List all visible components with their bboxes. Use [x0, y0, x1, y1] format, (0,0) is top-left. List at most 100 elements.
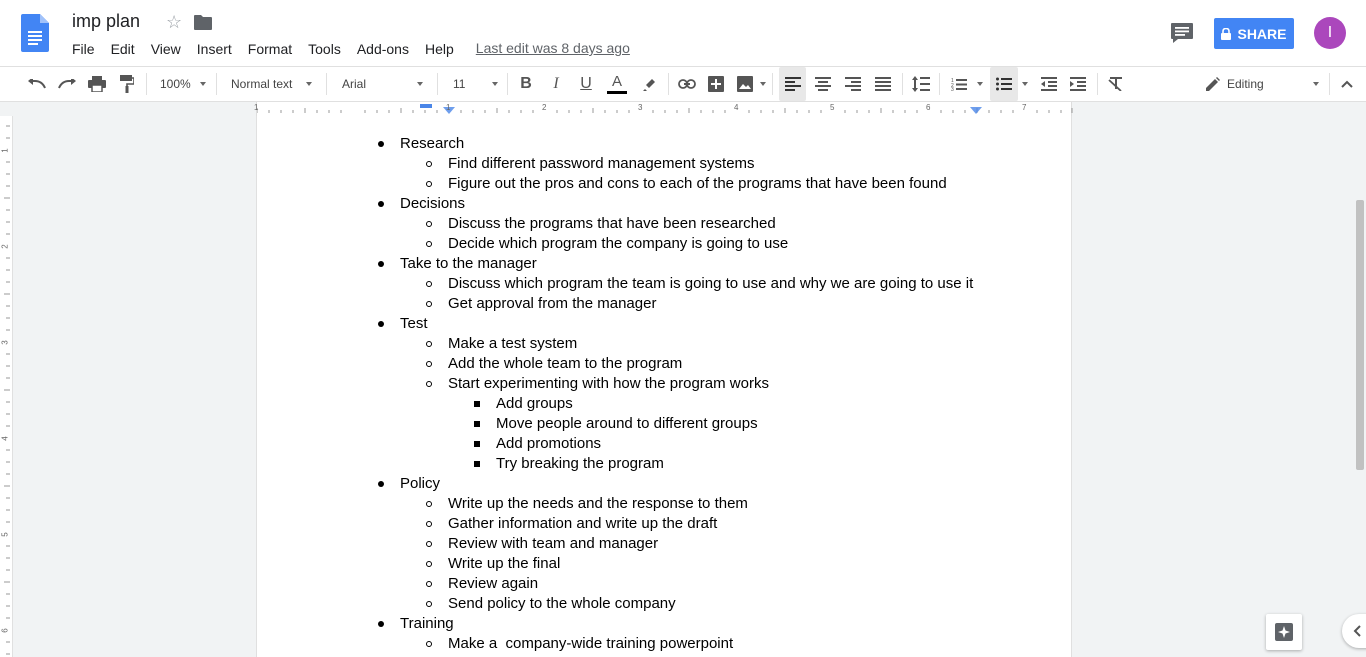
last-edit-link[interactable]: Last edit was 8 days ago: [476, 40, 630, 58]
align-justify-icon[interactable]: [871, 67, 895, 101]
document-title[interactable]: imp plan: [72, 11, 140, 32]
bulleted-list-icon[interactable]: [990, 67, 1018, 101]
menu-file[interactable]: File: [64, 40, 103, 58]
list-item[interactable]: Start experimenting with how the program…: [448, 374, 769, 394]
list-item[interactable]: Test: [400, 314, 428, 334]
vertical-ruler[interactable]: 1 2 3 4 5 6: [0, 116, 13, 657]
list-item[interactable]: Take to the manager: [400, 254, 537, 274]
comments-icon[interactable]: [1170, 22, 1194, 44]
collapse-chevron-up-icon[interactable]: [1336, 67, 1358, 101]
document-page[interactable]: Research Find different password manageme…: [256, 116, 1072, 657]
align-right-icon[interactable]: [841, 67, 865, 101]
hollow-circle-bullet-icon: [426, 521, 432, 527]
pencil-icon: [1203, 67, 1223, 101]
list-item[interactable]: Add groups: [496, 394, 573, 414]
toolbar-divider: [437, 73, 438, 95]
toolbar-divider: [902, 73, 903, 95]
decrease-indent-icon[interactable]: [1037, 67, 1061, 101]
toolbar-divider: [216, 73, 217, 95]
hollow-circle-bullet-icon: [426, 601, 432, 607]
paint-format-icon[interactable]: [116, 67, 138, 101]
list-item[interactable]: Send policy to the whole company: [448, 594, 676, 614]
list-item[interactable]: Figure out the pros and cons to each of …: [448, 174, 947, 194]
editing-mode-value: Editing: [1227, 77, 1264, 91]
share-button[interactable]: SHARE: [1214, 18, 1294, 49]
scrollbar-thumb[interactable]: [1356, 200, 1364, 470]
list-item[interactable]: Decisions: [400, 194, 465, 214]
horizontal-ruler[interactable]: 1 1 2 3 4 5 6 7: [254, 102, 1073, 116]
menu-format[interactable]: Format: [240, 40, 300, 58]
hollow-circle-bullet-icon: [426, 541, 432, 547]
menu-help[interactable]: Help: [417, 40, 462, 58]
menu-addons[interactable]: Add-ons: [349, 40, 417, 58]
list-item[interactable]: Research: [400, 134, 464, 154]
align-left-icon[interactable]: [779, 67, 806, 101]
chevron-down-icon: [417, 82, 423, 86]
menu-insert[interactable]: Insert: [189, 40, 240, 58]
underline-icon[interactable]: U: [575, 67, 597, 101]
toolbar-divider: [326, 73, 327, 95]
list-item[interactable]: Make a test system: [448, 334, 577, 354]
menu-tools[interactable]: Tools: [300, 40, 349, 58]
filled-circle-bullet-icon: [378, 481, 384, 487]
line-spacing-icon[interactable]: [909, 67, 933, 101]
menu-view[interactable]: View: [143, 40, 189, 58]
square-bullet-icon: [474, 461, 480, 467]
docs-logo-icon[interactable]: [21, 14, 49, 52]
insert-image-icon[interactable]: [733, 67, 757, 101]
list-item[interactable]: Move people around to different groups: [496, 414, 758, 434]
list-item[interactable]: Write up the final: [448, 554, 560, 574]
undo-icon[interactable]: [26, 67, 48, 101]
highlight-icon[interactable]: [639, 67, 661, 101]
explore-button[interactable]: [1266, 614, 1302, 650]
redo-icon[interactable]: [56, 67, 78, 101]
chevron-down-icon: [977, 82, 983, 86]
hollow-circle-bullet-icon: [426, 561, 432, 567]
hollow-circle-bullet-icon: [426, 641, 432, 647]
folder-icon[interactable]: [194, 15, 212, 30]
list-item[interactable]: Get approval from the manager: [448, 294, 656, 314]
list-item[interactable]: Write up the needs and the response to t…: [448, 494, 748, 514]
list-item[interactable]: Add the whole team to the program: [448, 354, 682, 374]
toolbar-divider: [668, 73, 669, 95]
star-icon[interactable]: ☆: [166, 12, 182, 33]
align-center-icon[interactable]: [811, 67, 835, 101]
link-icon[interactable]: [675, 67, 699, 101]
explore-icon: [1275, 623, 1293, 641]
chevron-down-icon: [1313, 82, 1319, 86]
list-item[interactable]: Review with team and manager: [448, 534, 658, 554]
text-color-icon[interactable]: A: [605, 67, 629, 101]
square-bullet-icon: [474, 401, 480, 407]
italic-icon[interactable]: I: [545, 67, 567, 101]
ruler-number: 7: [1022, 103, 1027, 112]
list-item[interactable]: Review again: [448, 574, 538, 594]
list-item[interactable]: Make a company-wide training powerpoint: [448, 634, 733, 654]
menu-bar: File Edit View Insert Format Tools Add-o…: [64, 40, 630, 58]
list-item[interactable]: Decide which program the company is goin…: [448, 234, 788, 254]
numbered-list-icon[interactable]: 123: [947, 67, 971, 101]
list-item[interactable]: Add promotions: [496, 434, 601, 454]
ruler-number: 3: [0, 340, 10, 345]
list-item[interactable]: Discuss the programs that have been rese…: [448, 214, 776, 234]
hollow-circle-bullet-icon: [426, 581, 432, 587]
list-item[interactable]: Policy: [400, 474, 440, 494]
list-item[interactable]: Gather information and write up the draf…: [448, 514, 717, 534]
print-icon[interactable]: [86, 67, 108, 101]
ruler-number: 6: [926, 103, 931, 112]
filled-circle-bullet-icon: [378, 141, 384, 147]
hollow-circle-bullet-icon: [426, 341, 432, 347]
add-comment-icon[interactable]: [705, 67, 727, 101]
list-item[interactable]: Training: [400, 614, 454, 634]
increase-indent-icon[interactable]: [1066, 67, 1090, 101]
editing-mode-select[interactable]: Editing: [1227, 67, 1317, 101]
list-item[interactable]: Try breaking the program: [496, 454, 664, 474]
clear-formatting-icon[interactable]: [1104, 67, 1128, 101]
avatar[interactable]: I: [1314, 17, 1346, 49]
ruler-number: 2: [0, 244, 10, 249]
menu-edit[interactable]: Edit: [103, 40, 143, 58]
list-item[interactable]: Discuss which program the team is going …: [448, 274, 973, 294]
vertical-scrollbar[interactable]: [1354, 116, 1366, 657]
bold-icon[interactable]: B: [515, 67, 537, 101]
list-item[interactable]: Find different password management syste…: [448, 154, 755, 174]
filled-circle-bullet-icon: [378, 321, 384, 327]
